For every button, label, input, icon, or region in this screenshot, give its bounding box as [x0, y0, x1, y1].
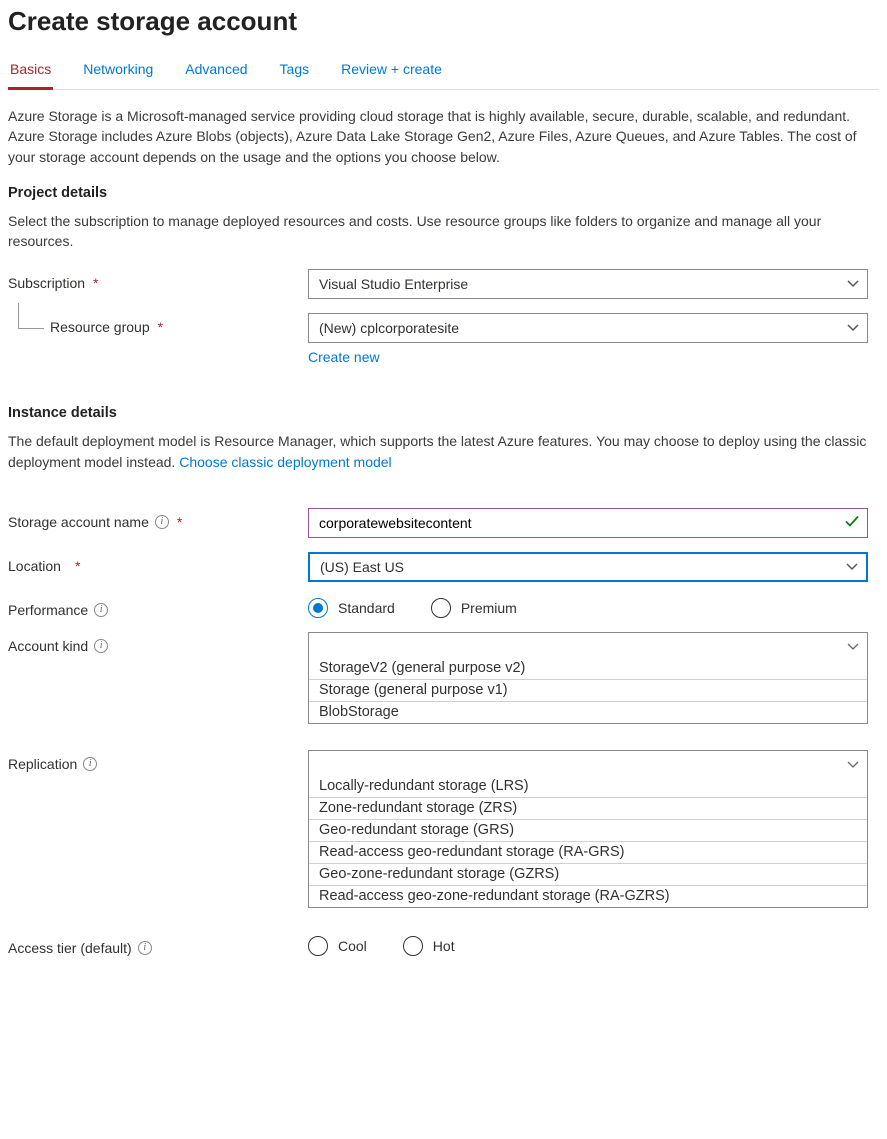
info-icon[interactable]: i	[94, 639, 108, 653]
storage-account-name-label: Storage account name i *	[8, 508, 308, 530]
storage-account-name-label-text: Storage account name	[8, 514, 149, 530]
resource-group-label-text: Resource group	[50, 319, 150, 335]
replication-option[interactable]: Read-access geo-zone-redundant storage (…	[309, 885, 867, 907]
checkmark-icon	[844, 514, 860, 533]
replication-option[interactable]: Geo-zone-redundant storage (GZRS)	[309, 863, 867, 885]
subscription-value: Visual Studio Enterprise	[319, 276, 468, 292]
tab-basics[interactable]: Basics	[8, 55, 53, 90]
chevron-down-icon	[847, 278, 859, 290]
tab-networking[interactable]: Networking	[81, 55, 155, 90]
access-tier-label: Access tier (default) i	[8, 934, 308, 956]
indent-bracket-icon	[18, 303, 44, 329]
replication-dropdown[interactable]	[308, 750, 868, 776]
account-kind-label-text: Account kind	[8, 638, 88, 654]
access-tier-label-text: Access tier (default)	[8, 940, 132, 956]
subscription-dropdown[interactable]: Visual Studio Enterprise	[308, 269, 868, 299]
subscription-label-text: Subscription	[8, 275, 85, 291]
replication-label: Replication i	[8, 750, 308, 772]
chevron-down-icon	[847, 322, 859, 334]
chevron-down-icon	[846, 561, 858, 573]
resource-group-label: Resource group *	[8, 313, 308, 335]
info-icon[interactable]: i	[138, 941, 152, 955]
account-kind-option[interactable]: StorageV2 (general purpose v2)	[309, 658, 867, 679]
required-star-icon: *	[75, 558, 80, 574]
replication-listbox: Locally-redundant storage (LRS) Zone-red…	[308, 776, 868, 908]
classic-deployment-link[interactable]: Choose classic deployment model	[179, 452, 391, 472]
required-star-icon: *	[158, 319, 163, 335]
instance-details-desc-text: The default deployment model is Resource…	[8, 433, 866, 469]
replication-option[interactable]: Geo-redundant storage (GRS)	[309, 819, 867, 841]
tab-tags[interactable]: Tags	[278, 55, 312, 90]
tab-bar: Basics Networking Advanced Tags Review +…	[8, 55, 879, 90]
access-tier-cool-label: Cool	[338, 938, 367, 954]
performance-label: Performance i	[8, 596, 308, 618]
project-details-desc: Select the subscription to manage deploy…	[8, 211, 878, 252]
radio-selected-icon	[308, 598, 328, 618]
radio-unselected-icon	[308, 936, 328, 956]
account-kind-option[interactable]: BlobStorage	[309, 701, 867, 723]
access-tier-hot-radio[interactable]: Hot	[403, 936, 455, 956]
instance-details-heading: Instance details	[8, 405, 879, 421]
chevron-down-icon	[847, 640, 859, 652]
access-tier-cool-radio[interactable]: Cool	[308, 936, 367, 956]
replication-option[interactable]: Read-access geo-redundant storage (RA-GR…	[309, 841, 867, 863]
radio-unselected-icon	[403, 936, 423, 956]
resource-group-value: (New) cplcorporatesite	[319, 320, 459, 336]
account-kind-option[interactable]: Storage (general purpose v1)	[309, 679, 867, 701]
account-kind-dropdown[interactable]	[308, 632, 868, 658]
info-icon[interactable]: i	[83, 757, 97, 771]
info-icon[interactable]: i	[155, 515, 169, 529]
subscription-label: Subscription *	[8, 269, 308, 291]
performance-label-text: Performance	[8, 602, 88, 618]
intro-text: Azure Storage is a Microsoft-managed ser…	[8, 106, 878, 167]
access-tier-hot-label: Hot	[433, 938, 455, 954]
create-new-link[interactable]: Create new	[308, 349, 380, 365]
replication-label-text: Replication	[8, 756, 77, 772]
page-title: Create storage account	[8, 6, 879, 37]
replication-option[interactable]: Locally-redundant storage (LRS)	[309, 776, 867, 797]
instance-details-desc: The default deployment model is Resource…	[8, 431, 878, 472]
storage-account-name-input[interactable]	[308, 508, 868, 538]
account-kind-label: Account kind i	[8, 632, 308, 654]
location-label: Location *	[8, 552, 308, 574]
required-star-icon: *	[93, 275, 98, 291]
performance-premium-radio[interactable]: Premium	[431, 598, 517, 618]
radio-unselected-icon	[431, 598, 451, 618]
location-value: (US) East US	[320, 559, 404, 575]
tab-advanced[interactable]: Advanced	[183, 55, 249, 90]
account-kind-listbox: StorageV2 (general purpose v2) Storage (…	[308, 658, 868, 724]
resource-group-dropdown[interactable]: (New) cplcorporatesite	[308, 313, 868, 343]
required-star-icon: *	[177, 514, 182, 530]
performance-standard-label: Standard	[338, 600, 395, 616]
performance-standard-radio[interactable]: Standard	[308, 598, 395, 618]
tab-review-create[interactable]: Review + create	[339, 55, 444, 90]
location-label-text: Location	[8, 558, 61, 574]
replication-option[interactable]: Zone-redundant storage (ZRS)	[309, 797, 867, 819]
project-details-heading: Project details	[8, 185, 879, 201]
performance-premium-label: Premium	[461, 600, 517, 616]
info-icon[interactable]: i	[94, 603, 108, 617]
location-dropdown[interactable]: (US) East US	[308, 552, 868, 582]
chevron-down-icon	[847, 758, 859, 770]
